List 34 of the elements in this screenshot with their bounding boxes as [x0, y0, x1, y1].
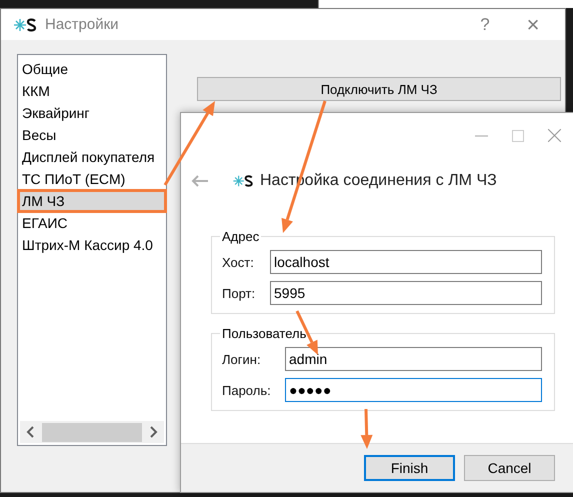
- minimize-icon[interactable]: [475, 134, 488, 136]
- input-field[interactable]: admin: [285, 347, 542, 371]
- connect-button[interactable]: Подключить ЛМ ЧЗ: [197, 77, 561, 101]
- scrollbar-thumb[interactable]: [42, 422, 142, 442]
- settings-list-item[interactable]: ТС ПИоТ (ECM): [18, 168, 166, 190]
- help-button[interactable]: ?: [465, 14, 505, 34]
- close-icon[interactable]: [548, 129, 561, 142]
- field-label: Логин:: [222, 352, 262, 366]
- back-arrow-icon[interactable]: [191, 175, 208, 187]
- settings-list-item[interactable]: Общие: [18, 58, 166, 80]
- window-title: Настройки: [45, 16, 120, 33]
- settings-list-item[interactable]: Эквайринг: [18, 102, 166, 124]
- annotation-arrow: [360, 408, 373, 449]
- horizontal-scrollbar[interactable]: [20, 421, 164, 443]
- settings-list-item[interactable]: Штрих-М Кассир 4.0: [18, 234, 166, 256]
- maximize-icon[interactable]: [512, 130, 524, 142]
- settings-list-item[interactable]: ККМ: [18, 80, 166, 102]
- settings-list-item[interactable]: Весы: [18, 124, 166, 146]
- app-logo-icon: [232, 174, 254, 188]
- settings-list-item[interactable]: Дисплей покупателя: [18, 146, 166, 168]
- input-field[interactable]: 5995: [270, 281, 542, 305]
- input-field[interactable]: localhost: [270, 250, 542, 274]
- input-field[interactable]: ●●●●●: [285, 378, 542, 402]
- group-title: Пользователь: [221, 326, 308, 341]
- close-button[interactable]: ×: [513, 12, 553, 38]
- group-title: Адрес: [221, 229, 260, 244]
- field-label: Пароль:: [222, 382, 272, 398]
- settings-list-item[interactable]: ЕГАИС: [18, 212, 166, 234]
- dialog-button[interactable]: Finish: [364, 455, 455, 481]
- app-logo-icon: [13, 16, 37, 32]
- field-label: Порт:: [222, 286, 256, 300]
- settings-list-item[interactable]: ЛМ ЧЗ: [18, 190, 166, 212]
- field-label: Хост:: [222, 254, 255, 270]
- dialog-button[interactable]: Cancel: [464, 455, 555, 481]
